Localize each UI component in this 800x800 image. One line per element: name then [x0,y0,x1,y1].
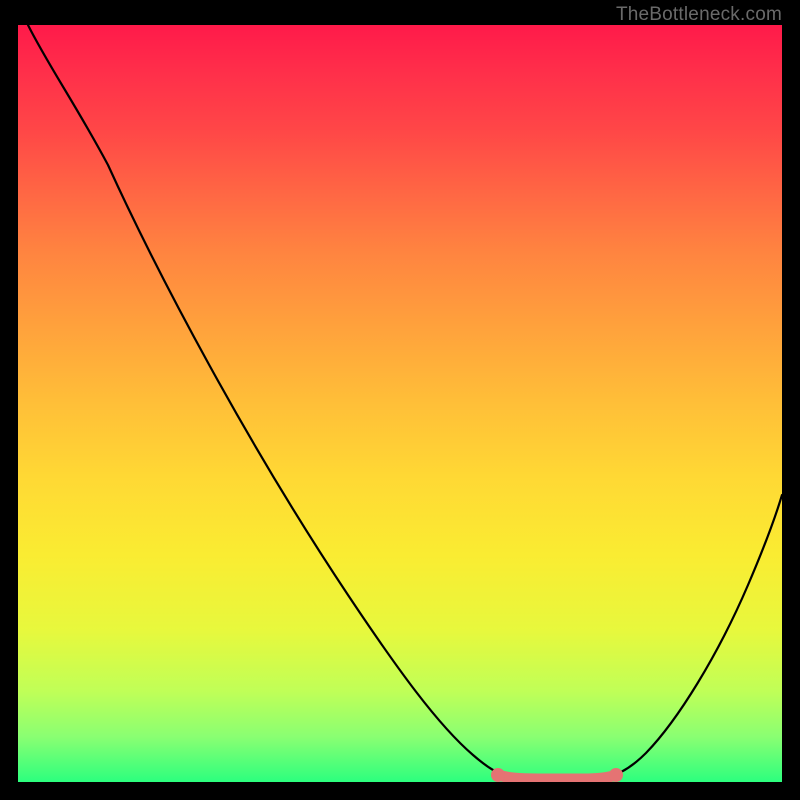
plot-area [18,25,782,782]
trough-end-dot [609,768,623,782]
chart-frame: TheBottleneck.com [0,0,800,800]
curve-path [28,25,782,777]
trough-start-dot [491,768,505,782]
trough-highlight [498,775,616,779]
bottleneck-curve [18,25,782,782]
watermark-text: TheBottleneck.com [616,4,782,26]
